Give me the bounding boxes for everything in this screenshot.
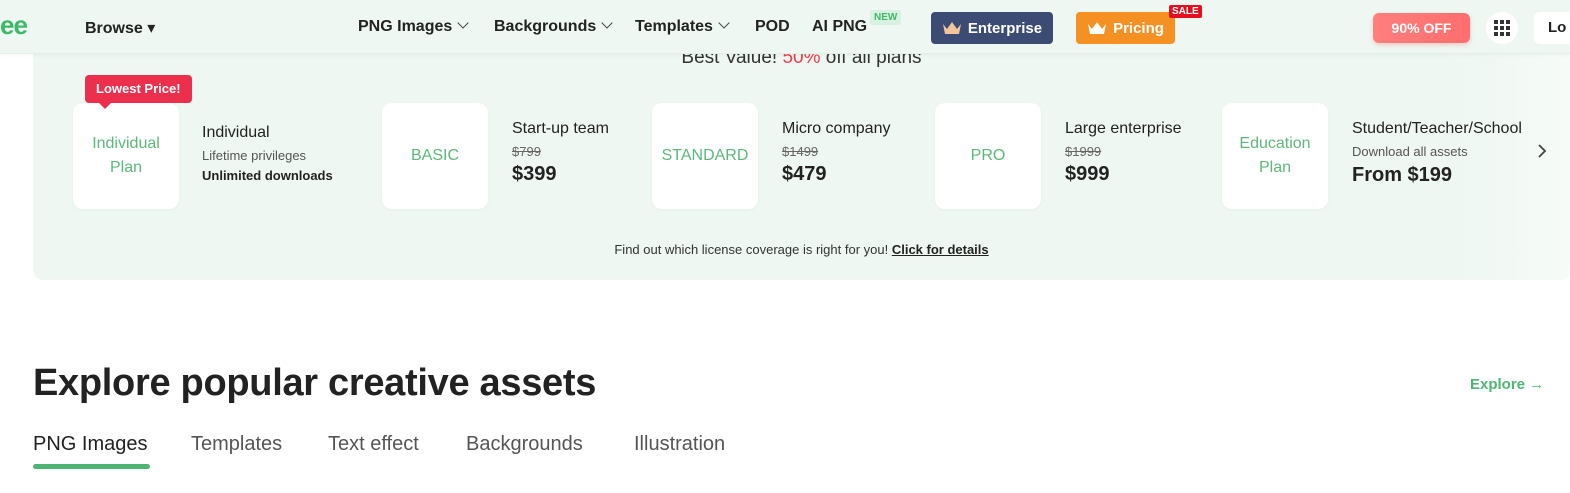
- tab-text-effect[interactable]: Text effect: [328, 433, 419, 456]
- top-nav-bar: ee Browse ▾ PNG Images Backgrounds Templ…: [0, 0, 1570, 54]
- plan-old-price: $1499: [782, 144, 819, 159]
- chevron-down-icon: [601, 17, 613, 29]
- tab-png-images[interactable]: PNG Images: [33, 433, 147, 456]
- enterprise-label: Enterprise: [967, 19, 1043, 37]
- browse-menu[interactable]: Browse ▾: [85, 18, 155, 38]
- plan-old-price: $1999: [1065, 144, 1102, 159]
- nav-label: Templates: [635, 18, 713, 35]
- plan-card-label: Individual Plan: [92, 135, 160, 176]
- license-info: Find out which license coverage is right…: [33, 242, 1570, 257]
- pricing-button[interactable]: Pricing: [1076, 12, 1175, 44]
- plan-feature: Unlimited downloads: [202, 168, 333, 183]
- lowest-price-tag: Lowest Price!: [85, 75, 192, 109]
- plan-feature: Download all assets: [1352, 144, 1468, 159]
- plan-info-education: Student/Teacher/School Download all asse…: [1352, 120, 1522, 187]
- section-title: Explore popular creative assets: [33, 362, 597, 404]
- nav-templates[interactable]: Templates: [635, 17, 730, 36]
- tab-illustration[interactable]: Illustration: [634, 433, 725, 456]
- plan-card-label: PRO: [970, 147, 1006, 164]
- tab-templates[interactable]: Templates: [191, 433, 282, 456]
- pricing-label: Pricing: [1113, 19, 1164, 37]
- plan-price: $999: [1065, 163, 1110, 185]
- plan-card-label: Education Plan: [1239, 135, 1311, 176]
- chevron-down-icon: [718, 17, 730, 29]
- plan-name: Micro company: [782, 120, 891, 137]
- plan-info-pro: Large enterprise $1999 $999: [1065, 120, 1182, 186]
- site-logo[interactable]: ee: [0, 10, 28, 41]
- nav-label: PNG Images: [358, 18, 453, 35]
- plan-name: Large enterprise: [1065, 120, 1182, 137]
- plan-card-education[interactable]: Education Plan: [1222, 103, 1328, 209]
- nav-png-images[interactable]: PNG Images: [358, 17, 469, 36]
- license-details-link[interactable]: Click for details: [892, 242, 989, 257]
- plan-card-individual[interactable]: Individual Plan: [73, 103, 179, 209]
- login-button[interactable]: Lo: [1534, 12, 1570, 44]
- plan-card-pro[interactable]: PRO: [935, 103, 1041, 209]
- new-badge: NEW: [870, 10, 902, 25]
- plan-card-label: BASIC: [410, 147, 459, 164]
- plan-name: Individual: [202, 124, 270, 141]
- plan-old-price: $799: [512, 144, 541, 159]
- plan-feature: Lifetime privileges: [202, 148, 307, 163]
- license-text: Find out which license coverage is right…: [614, 242, 892, 257]
- plan-info-individual: Individual Lifetime privileges Unlimited…: [202, 124, 333, 183]
- enterprise-button[interactable]: Enterprise: [931, 12, 1053, 44]
- plan-price: $479: [782, 163, 827, 185]
- plan-price: From $199: [1352, 164, 1453, 186]
- active-tab-indicator: [33, 464, 150, 469]
- plan-name: Student/Teacher/School: [1352, 120, 1522, 137]
- nav-ai-png[interactable]: AI PNG: [812, 18, 867, 36]
- sale-badge: SALE: [1169, 5, 1202, 18]
- plan-info-standard: Micro company $1499 $479: [782, 120, 890, 186]
- plan-price: $399: [512, 163, 557, 185]
- plan-info-basic: Start-up team $799 $399: [512, 120, 609, 186]
- chevron-right-icon[interactable]: [1536, 142, 1552, 162]
- nav-label: Backgrounds: [494, 18, 597, 35]
- chevron-down-icon: [457, 17, 469, 29]
- plan-card-label: STANDARD: [661, 147, 749, 164]
- nav-backgrounds[interactable]: Backgrounds: [494, 17, 613, 36]
- discount-button[interactable]: 90% OFF: [1373, 13, 1470, 43]
- plan-name: Start-up team: [512, 120, 609, 137]
- explore-link[interactable]: Explore →: [1470, 376, 1544, 393]
- crown-icon: [1088, 22, 1107, 34]
- crown-icon: [942, 22, 961, 34]
- plan-card-basic[interactable]: BASIC: [382, 103, 488, 209]
- tab-backgrounds[interactable]: Backgrounds: [466, 433, 583, 456]
- plan-card-standard[interactable]: STANDARD: [652, 103, 758, 209]
- nav-pod[interactable]: POD: [755, 18, 790, 36]
- apps-grid-icon[interactable]: [1486, 12, 1518, 44]
